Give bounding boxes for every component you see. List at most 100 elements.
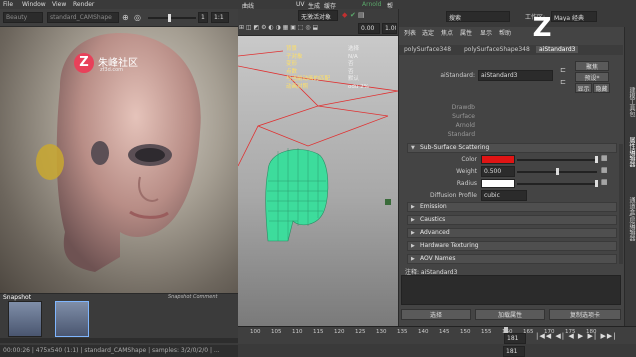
tick-label: 115 [313, 329, 324, 335]
frame-slider[interactable] [148, 17, 196, 19]
presets-button[interactable]: 预设* [575, 72, 609, 82]
menu-arnold[interactable]: Arnold [362, 1, 381, 8]
render-status-bar: 00:00:26 | 475x540 (1:1) | standard_CAMS… [0, 345, 238, 357]
wireframe-head[interactable] [265, 148, 329, 242]
magnet-icon[interactable]: ◆ [342, 11, 347, 19]
menu-view[interactable]: View [52, 1, 66, 8]
node-out-icon[interactable]: ⊏ [560, 66, 566, 74]
side-tab-channel[interactable]: 通道盒/层编辑器 [627, 197, 636, 241]
shader-name-field[interactable]: aiStandard3 [478, 70, 553, 81]
ae-menu-item[interactable]: 显示 [480, 28, 492, 37]
section-aov-names[interactable]: AOV Names [407, 254, 617, 264]
radius-slider[interactable] [517, 183, 597, 185]
ratio-select[interactable]: 1:1 [211, 12, 229, 23]
attribute-editor: 搜索 工作区: Maya 经典 列表 选定 焦点 属性 显示 帮助 Z poly… [398, 9, 636, 326]
map-button-icon[interactable]: ▦ [601, 154, 608, 162]
tick-label: 100 [250, 329, 261, 335]
tab-aistandard[interactable]: aiStandard3 [536, 46, 579, 53]
render-image: Z 朱峰社区 zf3d.com [0, 27, 238, 293]
viewport-menu-bar: 曲线 UV 生成 缓存 Arnold 帮助 [238, 0, 398, 19]
timeline[interactable]: 100 105 110 115 120 125 130 135 140 145 … [238, 326, 636, 357]
tick-label: 135 [397, 329, 408, 335]
tick-label: 145 [439, 329, 450, 335]
section-emission[interactable]: Emission [407, 202, 617, 212]
section-hw-texturing[interactable]: Hardware Texturing [407, 241, 617, 251]
ae-menu-item[interactable]: 帮助 [499, 28, 511, 37]
snapshot-thumb-active[interactable] [55, 301, 89, 337]
ae-menu-item[interactable]: 焦点 [441, 28, 453, 37]
snapshot-comment: Snapshot Comment [168, 294, 218, 300]
map-button-icon[interactable]: ▦ [601, 178, 608, 186]
weight-field[interactable]: 0.500 [481, 166, 515, 177]
show-button[interactable]: 显示 [575, 83, 592, 93]
hud-value: 选择 [348, 46, 360, 52]
tick-label: 110 [292, 329, 303, 335]
select-button[interactable]: 选择 [401, 309, 471, 320]
focus-button[interactable]: 聚焦 [575, 61, 609, 71]
ae-menu-item[interactable]: 列表 [404, 28, 416, 37]
node-in-icon[interactable]: ⊏ [560, 78, 566, 86]
live-surface-field[interactable]: 无激活对象 [298, 10, 338, 21]
ae-scrollbar[interactable] [619, 144, 623, 264]
color-slider-handle[interactable] [595, 156, 598, 163]
zoom-icon[interactable]: ⊕ [122, 13, 129, 22]
dim-label: Arnold [455, 122, 475, 129]
radius-label: Radius [456, 180, 477, 187]
camera-icon[interactable]: ◎ [134, 13, 141, 22]
copy-tab-button[interactable]: 复制选项卡 [549, 309, 621, 320]
3d-viewport[interactable]: 背景 子对象 变形 点数 与当前动画的匹配 动画对照 选择 N/A 否 否 默认… [238, 36, 398, 326]
light-gizmo[interactable] [385, 199, 391, 205]
section-advanced[interactable]: Advanced [407, 228, 617, 238]
radius-color-swatch[interactable] [481, 179, 515, 188]
section-caustics[interactable]: Caustics [407, 215, 617, 225]
snapshot-thumb[interactable] [8, 301, 42, 337]
load-attributes-button[interactable]: 加载属性 [475, 309, 545, 320]
render-mode-select[interactable]: Beauty [3, 12, 43, 23]
ae-menu-item[interactable]: 选定 [422, 28, 434, 37]
hud-value: 否 [348, 61, 354, 67]
tab-polysurfaceshape[interactable]: polySurfaceShape348 [464, 46, 530, 53]
side-tab-attribute[interactable]: 属性编辑器 [627, 137, 636, 167]
playback-controls[interactable]: |◀◀ ◀| ◀ ▶ ▶| ▶▶| [536, 332, 617, 340]
camera-select[interactable]: standard_CAMShape [47, 12, 119, 23]
exposure-field[interactable]: 0.00 [358, 23, 380, 34]
radius-slider-handle[interactable] [595, 180, 598, 187]
tick-label: 105 [271, 329, 282, 335]
workspace-select[interactable]: Maya 经典 [551, 11, 597, 22]
frame-input[interactable]: 1 [198, 12, 208, 23]
sss-color-swatch[interactable] [481, 155, 515, 164]
current-frame-field[interactable]: 181 [504, 333, 526, 344]
profile-label: Diffusion Profile [429, 192, 477, 199]
tab-polysurface[interactable]: polySurface348 [404, 46, 451, 53]
profile-select[interactable]: cubic [481, 190, 527, 201]
tick-label: 125 [355, 329, 366, 335]
snapshot-scrollbar[interactable] [0, 338, 238, 343]
search-field[interactable]: 搜索 [446, 11, 510, 22]
film-icon[interactable]: ▤ [358, 11, 365, 19]
menu-file[interactable]: File [3, 1, 13, 8]
menu-extra-2[interactable]: UV [296, 1, 305, 8]
hud-labels: 背景 子对象 变形 点数 与当前动画的匹配 动画对照 [286, 46, 330, 91]
ear-highlight [36, 144, 64, 180]
tick-label: 130 [376, 329, 387, 335]
hide-button[interactable]: 隐藏 [593, 83, 610, 93]
gamma-field[interactable]: 1.00 [382, 23, 397, 34]
dim-label: Drawdb [451, 104, 475, 111]
notes-field[interactable] [401, 275, 621, 305]
dim-label: Standard [447, 131, 475, 138]
menu-window[interactable]: Window [22, 1, 46, 8]
frame-slider-handle[interactable] [168, 14, 171, 22]
check-icon[interactable]: ✔ [350, 11, 356, 19]
weight-slider-handle[interactable] [556, 168, 559, 175]
weight-label: Weight [456, 168, 477, 175]
panel-icons[interactable]: ⊞ ◫ ◩ ⚙ ◐ ◑ ▦ ▣ ⬚ ◎ ⬓ [239, 24, 318, 31]
map-button-icon[interactable]: ▦ [601, 166, 608, 174]
color-slider[interactable] [517, 159, 597, 161]
side-tab-modeling[interactable]: 建模工具包 [627, 87, 636, 117]
section-sss[interactable]: Sub-Surface Scattering [407, 143, 617, 153]
end-frame-field[interactable]: 181 [503, 346, 525, 357]
ae-menu-item[interactable]: 属性 [460, 28, 472, 37]
snapshot-strip: Snapshot Snapshot Comment [0, 293, 238, 345]
tick-label: 155 [481, 329, 492, 335]
menu-render[interactable]: Render [73, 1, 94, 8]
